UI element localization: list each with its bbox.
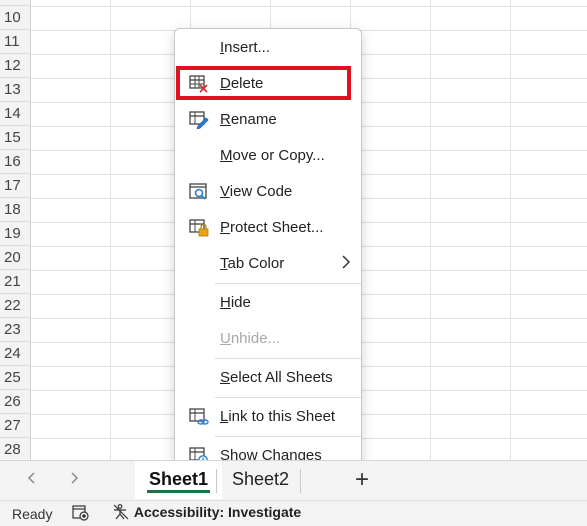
row-number[interactable]: 20 bbox=[0, 246, 30, 270]
tab-separator bbox=[216, 469, 217, 493]
row-number[interactable]: 26 bbox=[0, 390, 30, 414]
row-number[interactable]: 19 bbox=[0, 222, 30, 246]
protect-sheet-icon bbox=[189, 219, 209, 237]
row-number[interactable]: 17 bbox=[0, 174, 30, 198]
delete-highlight-box bbox=[176, 66, 351, 100]
row-number[interactable]: 11 bbox=[0, 30, 30, 54]
row-number[interactable]: 25 bbox=[0, 366, 30, 390]
menu-item-select-all-sheets[interactable]: Select All Sheets bbox=[175, 361, 361, 395]
row-number[interactable]: 14 bbox=[0, 102, 30, 126]
accessibility-icon bbox=[113, 504, 129, 520]
status-bar: Ready Accessibility: Investigate bbox=[0, 500, 587, 526]
menu-item-label: Move or Copy... bbox=[220, 147, 325, 164]
link-sheet-icon bbox=[189, 408, 209, 426]
menu-separator bbox=[215, 358, 361, 359]
accessibility-label: Accessibility: bbox=[133, 504, 225, 520]
menu-item-protect-sheet[interactable]: Protect Sheet... bbox=[175, 211, 361, 245]
menu-separator bbox=[215, 397, 361, 398]
sheet-tab-label: Sheet2 bbox=[232, 469, 290, 489]
row-number[interactable]: 16 bbox=[0, 150, 30, 174]
row-headers: 910111213141516171819202122232425262728 bbox=[0, 0, 31, 460]
accessibility-value: Investigate bbox=[228, 504, 302, 520]
next-sheet-button[interactable] bbox=[62, 469, 86, 493]
status-ready: Ready bbox=[12, 506, 53, 522]
menu-item-unhide: Unhide... bbox=[175, 322, 361, 356]
menu-item-label: Tab Color bbox=[220, 255, 285, 272]
menu-item-rename[interactable]: Rename bbox=[175, 103, 361, 137]
row-number[interactable]: 12 bbox=[0, 54, 30, 78]
sheet-tab-sheet2[interactable]: Sheet2 bbox=[218, 461, 303, 499]
menu-item-label: Protect Sheet... bbox=[220, 219, 324, 236]
menu-item-move-or-copy[interactable]: Move or Copy... bbox=[175, 139, 361, 173]
menu-item-hide[interactable]: Hide bbox=[175, 286, 361, 320]
plus-icon: + bbox=[354, 466, 369, 493]
menu-item-label: Insert... bbox=[220, 39, 271, 56]
chevron-left-icon bbox=[27, 472, 35, 484]
row-number[interactable]: 27 bbox=[0, 414, 30, 438]
menu-item-insert[interactable]: Insert... bbox=[175, 31, 361, 65]
accessibility-status[interactable]: Accessibility: Investigate bbox=[112, 504, 301, 520]
row-number[interactable]: 28 bbox=[0, 438, 30, 460]
row-number[interactable]: 22 bbox=[0, 294, 30, 318]
menu-item-view-code[interactable]: View Code bbox=[175, 175, 361, 209]
row-number[interactable]: 10 bbox=[0, 6, 30, 30]
menu-item-label: Link to this Sheet bbox=[220, 408, 336, 425]
prev-sheet-button[interactable] bbox=[20, 469, 44, 493]
sheet-tab-sheet1[interactable]: Sheet1 bbox=[135, 461, 223, 499]
view-code-icon bbox=[189, 183, 209, 201]
sheet-tab-label: Sheet1 bbox=[149, 469, 209, 489]
active-tab-underline bbox=[147, 490, 211, 493]
menu-item-label: View Code bbox=[220, 183, 293, 200]
sheet-tab-bar: Sheet1 Sheet2 + bbox=[0, 460, 587, 501]
menu-separator bbox=[215, 283, 361, 284]
menu-item-label: Unhide... bbox=[220, 330, 281, 347]
menu-item-label: Select All Sheets bbox=[220, 369, 333, 386]
row-number[interactable]: 21 bbox=[0, 270, 30, 294]
row-number[interactable]: 13 bbox=[0, 78, 30, 102]
tab-separator bbox=[300, 469, 301, 493]
menu-item-label: Hide bbox=[220, 294, 251, 311]
row-number[interactable]: 15 bbox=[0, 126, 30, 150]
menu-separator bbox=[215, 436, 361, 437]
menu-item-link-to-sheet[interactable]: Link to this Sheet bbox=[175, 400, 361, 434]
add-sheet-button[interactable]: + bbox=[350, 465, 374, 495]
menu-item-label: Rename bbox=[220, 111, 277, 128]
row-number[interactable]: 24 bbox=[0, 342, 30, 366]
menu-item-tab-color[interactable]: Tab Color bbox=[175, 247, 361, 281]
macro-record-icon[interactable] bbox=[72, 505, 90, 521]
chevron-right-icon bbox=[341, 254, 351, 275]
row-number[interactable]: 23 bbox=[0, 318, 30, 342]
row-number[interactable]: 18 bbox=[0, 198, 30, 222]
chevron-right-icon bbox=[71, 472, 79, 484]
rename-icon bbox=[189, 111, 209, 130]
